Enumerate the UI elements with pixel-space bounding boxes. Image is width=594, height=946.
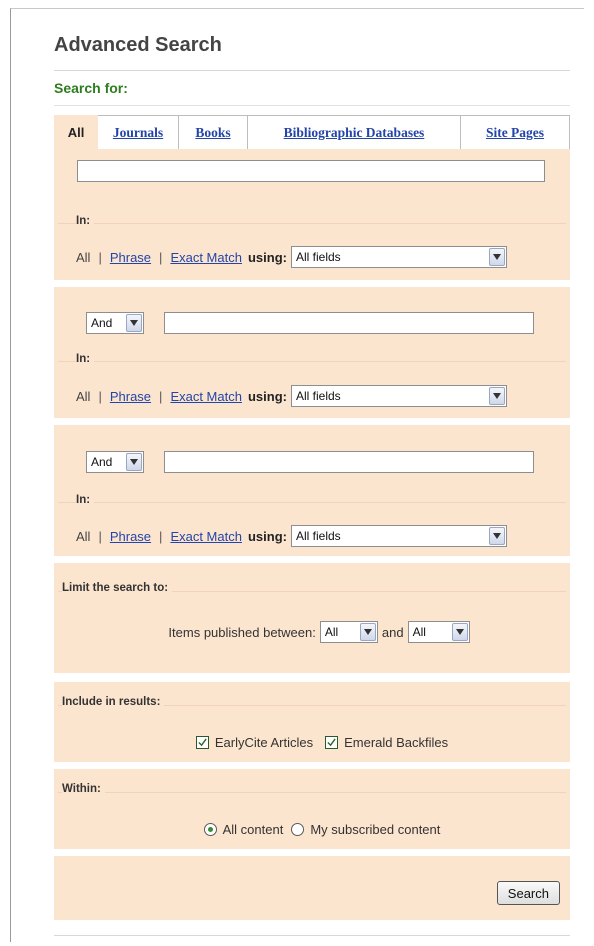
- search-input-3[interactable]: [164, 451, 534, 473]
- within-label: Within:: [62, 783, 105, 795]
- mode-all[interactable]: All: [76, 250, 90, 265]
- title-divider: [54, 70, 570, 71]
- separator: |: [98, 528, 102, 544]
- published-from-value: All: [324, 625, 339, 639]
- search-for-divider: [54, 105, 570, 106]
- boolean-operator-select-3[interactable]: And: [86, 451, 144, 473]
- publication-date-row: Items published between: All and All: [54, 621, 570, 643]
- search-input-2[interactable]: [164, 312, 534, 334]
- and-label: and: [381, 624, 404, 640]
- limit-panel: Limit the search to: Items published bet…: [54, 563, 570, 673]
- using-label: using:: [247, 249, 287, 265]
- match-mode-row: All | Phrase | Exact Match using: All fi…: [76, 246, 507, 268]
- tab-bibliographic-databases[interactable]: Bibliographic Databases: [248, 115, 461, 149]
- include-label: Include in results:: [62, 696, 165, 708]
- separator: |: [159, 528, 163, 544]
- earlycite-label: EarlyCite Articles: [214, 735, 314, 750]
- field-select-1[interactable]: All fields: [290, 246, 507, 268]
- include-panel: Include in results: EarlyCite Articles E…: [54, 682, 570, 762]
- field-select-value: All fields: [295, 529, 341, 543]
- backfiles-label: Emerald Backfiles: [344, 735, 449, 750]
- field-select-3[interactable]: All fields: [290, 525, 507, 547]
- section-divider: [58, 361, 566, 362]
- mode-all[interactable]: All: [76, 529, 90, 544]
- checkmark-icon: [198, 738, 207, 747]
- chevron-down-icon[interactable]: [451, 623, 468, 641]
- tab-all[interactable]: All: [54, 115, 98, 149]
- mode-all[interactable]: All: [76, 389, 90, 404]
- separator: |: [159, 388, 163, 404]
- search-input-1[interactable]: [77, 160, 545, 182]
- chevron-down-icon[interactable]: [126, 314, 142, 332]
- mode-phrase-link[interactable]: Phrase: [110, 529, 151, 544]
- tab-books[interactable]: Books: [179, 115, 248, 149]
- separator: |: [98, 388, 102, 404]
- earlycite-checkbox[interactable]: [195, 736, 209, 749]
- subscribed-content-label: My subscribed content: [310, 822, 441, 837]
- within-panel: Within: All content My subscribed conten…: [54, 769, 570, 849]
- bottom-divider: [54, 935, 570, 936]
- chevron-down-icon[interactable]: [488, 527, 505, 545]
- within-options-row: All content My subscribed content: [54, 822, 570, 837]
- boolean-operator-value: And: [91, 455, 113, 469]
- mode-exact-match-link[interactable]: Exact Match: [170, 529, 242, 544]
- boolean-operator-select-2[interactable]: And: [86, 312, 144, 334]
- chevron-down-icon[interactable]: [126, 453, 142, 471]
- published-to-select[interactable]: All: [407, 621, 470, 643]
- tab-journals[interactable]: Journals: [98, 115, 179, 149]
- using-label: using:: [247, 528, 287, 544]
- section-divider: [58, 223, 566, 224]
- all-content-radio[interactable]: [203, 823, 217, 836]
- include-options-row: EarlyCite Articles Emerald Backfiles: [54, 735, 570, 750]
- query-panel-1: In: All | Phrase | Exact Match using: Al…: [54, 149, 570, 280]
- chevron-down-icon[interactable]: [359, 623, 376, 641]
- field-select-2[interactable]: All fields: [290, 385, 507, 407]
- match-mode-row: All | Phrase | Exact Match using: All fi…: [76, 525, 507, 547]
- chevron-down-icon[interactable]: [488, 248, 505, 266]
- limit-label: Limit the search to:: [62, 582, 173, 594]
- search-button[interactable]: Search: [496, 881, 560, 905]
- in-label: In:: [76, 353, 95, 365]
- separator: |: [98, 249, 102, 265]
- backfiles-checkbox[interactable]: [325, 736, 339, 749]
- section-divider: [58, 502, 566, 503]
- all-content-label: All content: [222, 822, 284, 837]
- checkmark-icon: [327, 738, 336, 747]
- mode-phrase-link[interactable]: Phrase: [110, 250, 151, 265]
- in-label: In:: [76, 494, 95, 506]
- using-label: using:: [247, 388, 287, 404]
- match-mode-row: All | Phrase | Exact Match using: All fi…: [76, 385, 507, 407]
- separator: |: [159, 249, 163, 265]
- boolean-operator-value: And: [91, 316, 113, 330]
- tab-site-pages[interactable]: Site Pages: [461, 115, 570, 149]
- actions-panel: Search: [54, 856, 570, 920]
- field-select-value: All fields: [295, 389, 341, 403]
- query-panel-2: And In: All | Phrase | Exact Match using…: [54, 287, 570, 418]
- search-for-heading: Search for:: [54, 80, 128, 96]
- subscribed-content-radio[interactable]: [291, 823, 305, 836]
- search-tabs: All Journals Books Bibliographic Databas…: [54, 115, 570, 150]
- section-divider: [58, 792, 566, 793]
- mode-exact-match-link[interactable]: Exact Match: [170, 389, 242, 404]
- published-between-label: Items published between:: [168, 624, 316, 640]
- radio-dot-icon: [207, 827, 213, 832]
- mode-exact-match-link[interactable]: Exact Match: [170, 250, 242, 265]
- published-from-select[interactable]: All: [319, 621, 378, 643]
- field-select-value: All fields: [295, 250, 341, 264]
- in-label: In:: [76, 215, 95, 227]
- query-panel-3: And In: All | Phrase | Exact Match using…: [54, 425, 570, 556]
- published-to-value: All: [412, 625, 426, 639]
- chevron-down-icon[interactable]: [488, 387, 505, 405]
- mode-phrase-link[interactable]: Phrase: [110, 389, 151, 404]
- page-title: Advanced Search: [54, 34, 222, 56]
